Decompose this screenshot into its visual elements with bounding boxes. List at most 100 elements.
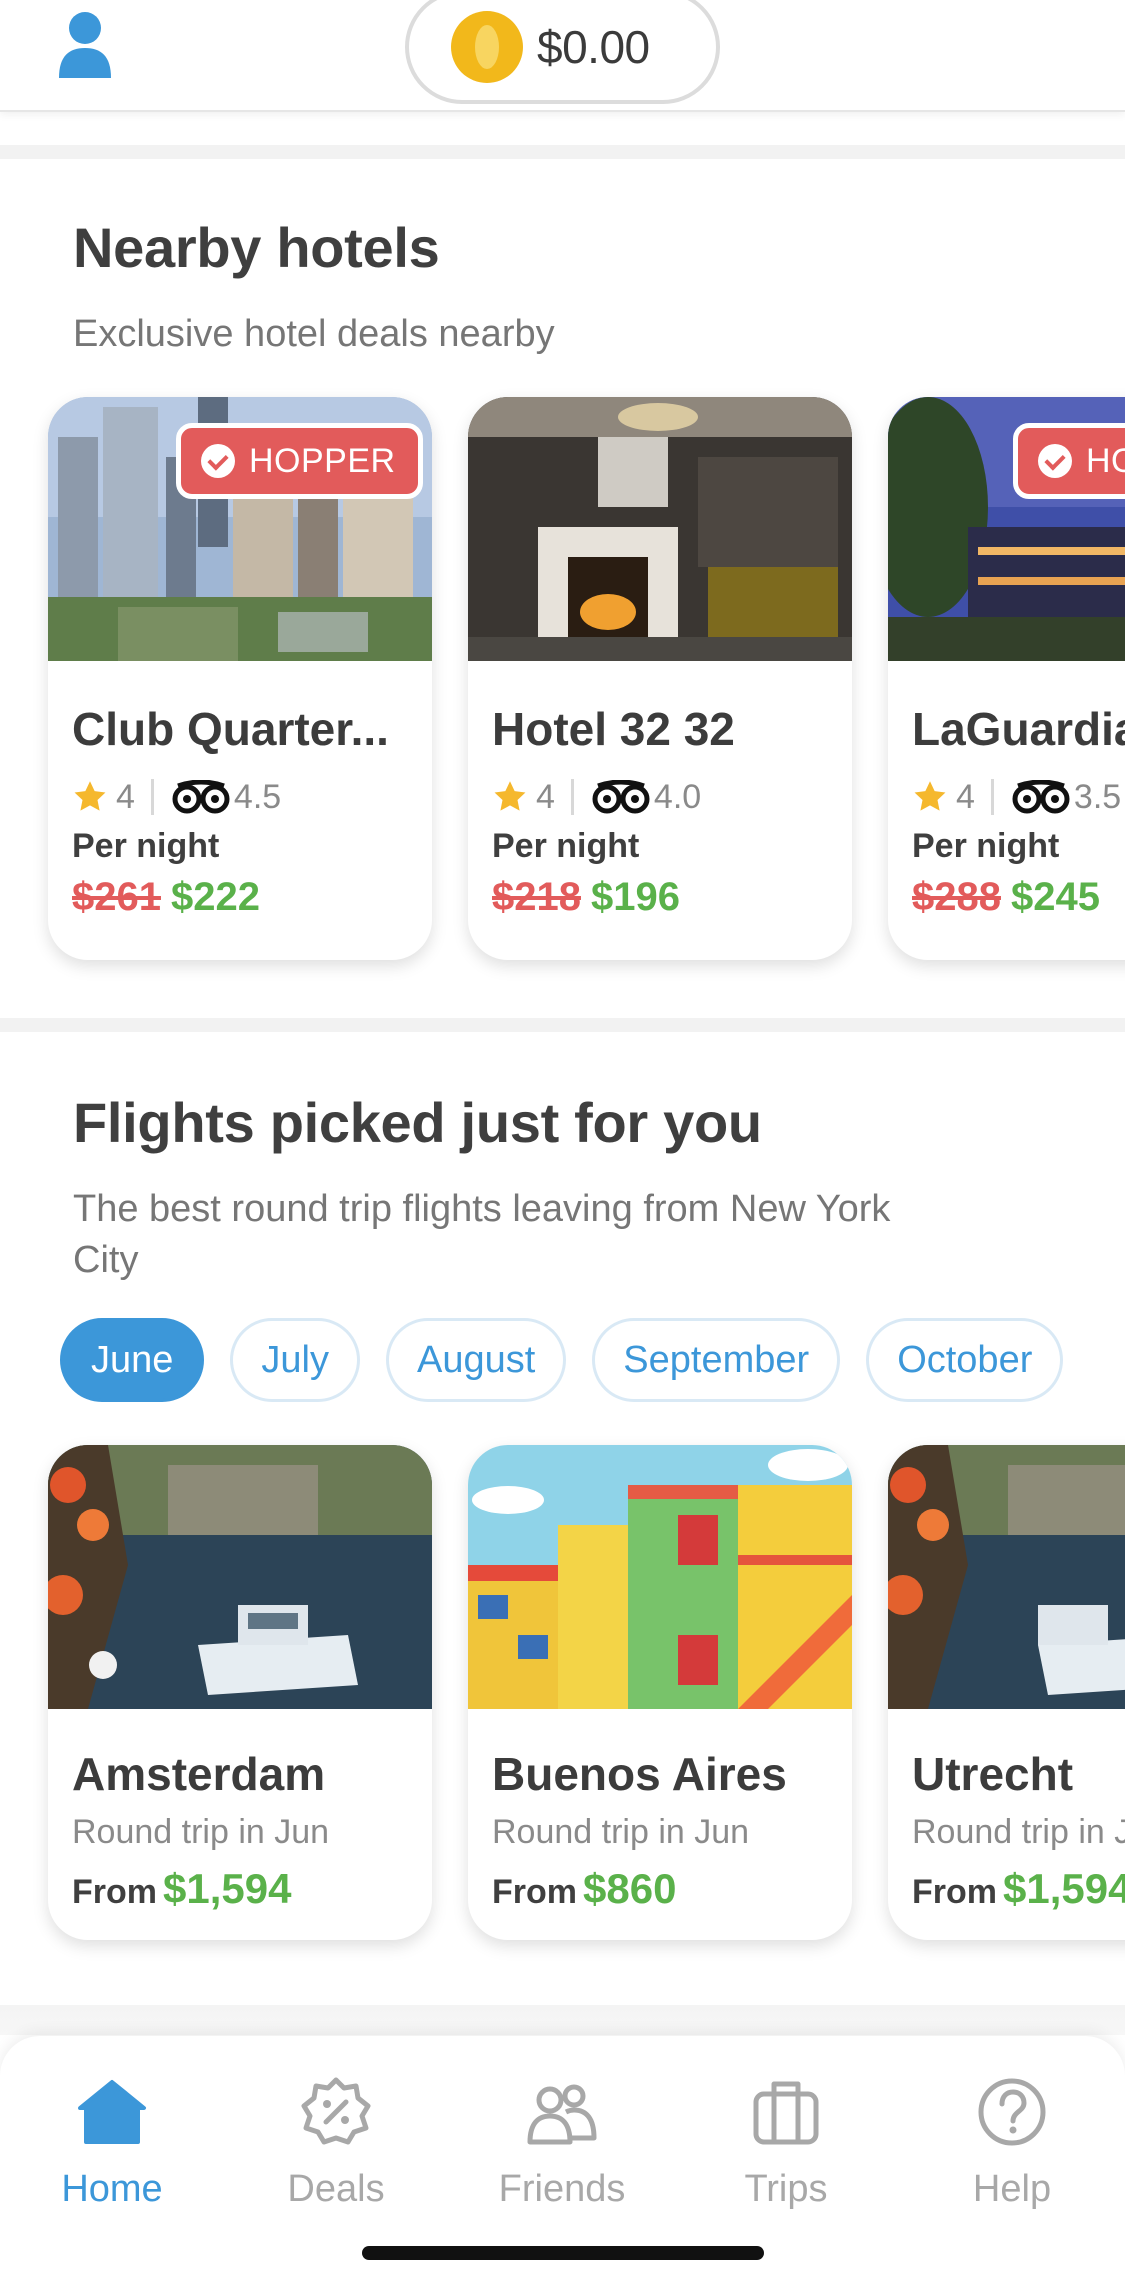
tripadvisor-icon (592, 780, 650, 814)
star-rating: 4 (536, 777, 555, 816)
profile-icon[interactable] (55, 10, 115, 80)
flight-card[interactable]: Amsterdam Round trip in Jun From $1,594 (48, 1445, 432, 1940)
rating-divider (570, 779, 574, 815)
price-amount: $1,594 (1003, 1865, 1125, 1912)
month-chip-june[interactable]: June (60, 1318, 205, 1402)
tab-label: Deals (287, 2168, 385, 2210)
tab-deals[interactable]: Deals (246, 2076, 426, 2236)
home-screen: $0.00 Nearby hotels Exclusive hotel deal… (0, 0, 1125, 2284)
hopper-badge: HOPPER (176, 423, 423, 499)
deal-price: $196 (590, 875, 680, 919)
month-selector: June July August September October N (60, 1318, 1066, 1404)
hotel-rating: 4 4.0 (492, 775, 701, 819)
tripadvisor-rating: 3.5 (1073, 777, 1122, 816)
check-icon (1038, 444, 1072, 478)
home-icon (78, 2080, 146, 2144)
help-icon (978, 2078, 1046, 2146)
per-night-label: Per night (912, 827, 1060, 865)
top-bar: $0.00 (0, 0, 1125, 112)
badge-label: HO (1086, 441, 1125, 480)
hotel-photo (468, 397, 852, 661)
star-rating: 4 (956, 777, 975, 816)
tab-friends[interactable]: Friends (472, 2076, 652, 2236)
flight-card[interactable]: Buenos Aires Round trip in Jun From $860 (468, 1445, 852, 1940)
section-divider (0, 1018, 1125, 1032)
destination-photo (48, 1445, 432, 1709)
flights-section-title: Flights picked just for you (73, 1091, 762, 1154)
flight-price: From $860 (492, 1865, 676, 1913)
destination-photo (888, 1445, 1125, 1709)
month-chip-august[interactable]: August (385, 1318, 567, 1402)
tab-help[interactable]: Help (922, 2076, 1102, 2236)
tripadvisor-rating: 4.0 (653, 777, 702, 816)
month-chip-september[interactable]: September (592, 1318, 841, 1402)
flight-card[interactable]: Utrecht Round trip in Jun From$1,594 (888, 1445, 1125, 1940)
tripadvisor-icon (172, 780, 230, 814)
flights-section-subtitle-line1: The best round trip flights leaving from… (73, 1188, 891, 1230)
tab-trips[interactable]: Trips (696, 2076, 876, 2236)
friends-icon (527, 2084, 597, 2145)
per-night-label: Per night (72, 827, 220, 865)
hotel-rating: 4 4.5 (72, 775, 281, 819)
home-indicator (362, 2246, 764, 2260)
tab-label: Trips (744, 2168, 828, 2210)
wallet-balance-button[interactable]: $0.00 (405, 0, 720, 104)
hotels-section-subtitle: Exclusive hotel deals nearby (73, 313, 555, 355)
hotel-card[interactable]: HO LaGuardia 4 3.5 Per night $288 $245 (888, 397, 1125, 960)
from-label: From (912, 1873, 997, 1911)
original-price: $288 (912, 875, 1001, 919)
tripadvisor-icon (1012, 780, 1070, 814)
hotel-price: $261 $222 (72, 875, 260, 920)
price-amount: $860 (583, 1865, 677, 1912)
month-chip-july[interactable]: July (230, 1318, 360, 1402)
badge-label: HOPPER (249, 441, 396, 480)
tab-label: Friends (498, 2168, 626, 2210)
hotel-card[interactable]: Hotel 32 32 4 4.0 Per night $218 $196 (468, 397, 852, 960)
rating-divider (150, 779, 154, 815)
flight-price: From $1,594 (72, 1865, 291, 1913)
coin-icon (451, 11, 523, 83)
hotel-name: LaGuardia (912, 703, 1125, 755)
trip-description: Round trip in Jun (912, 1813, 1125, 1851)
destination-photo (468, 1445, 852, 1709)
flights-section-subtitle-line2: City (73, 1239, 139, 1281)
from-label: From (72, 1873, 157, 1911)
original-price: $218 (492, 875, 581, 919)
star-icon (74, 781, 106, 811)
wallet-amount: $0.00 (537, 21, 650, 73)
deals-icon (301, 2077, 371, 2145)
hotel-rating: 4 3.5 (912, 775, 1121, 819)
hotel-name: Hotel 32 32 (492, 703, 735, 755)
original-price: $261 (72, 875, 161, 919)
from-label: From (492, 1873, 577, 1911)
check-icon (201, 444, 235, 478)
tripadvisor-rating: 4.5 (233, 777, 282, 816)
destination-city: Amsterdam (72, 1748, 326, 1800)
star-rating: 4 (116, 777, 135, 816)
month-chip-october[interactable]: October (866, 1318, 1064, 1402)
hotel-name: Club Quarter... (72, 703, 389, 755)
content-bottom-shade (0, 2005, 1125, 2035)
trip-description: Round trip in Jun (72, 1813, 330, 1851)
tab-label: Home (61, 2168, 163, 2210)
hotel-card[interactable]: HOPPER Club Quarter... 4 4.5 Per night $… (48, 397, 432, 960)
hotels-section-title: Nearby hotels (73, 216, 440, 279)
hotel-price: $288 $245 (912, 875, 1100, 920)
price-amount: $1,594 (163, 1865, 292, 1912)
section-divider (0, 145, 1125, 159)
destination-city: Utrecht (912, 1748, 1074, 1800)
deal-price: $222 (170, 875, 260, 919)
star-icon (914, 781, 946, 811)
tab-home[interactable]: Home (22, 2076, 202, 2236)
per-night-label: Per night (492, 827, 640, 865)
destination-city: Buenos Aires (492, 1748, 787, 1800)
hotel-price: $218 $196 (492, 875, 680, 920)
flight-price: From $1,594 (912, 1865, 1125, 1913)
hopper-badge: HO (1013, 423, 1125, 499)
tab-label: Help (972, 2168, 1052, 2210)
star-icon (494, 781, 526, 811)
trip-description: Round trip in Jun (492, 1813, 750, 1851)
deal-price: $245 (1010, 875, 1100, 919)
rating-divider (990, 779, 994, 815)
trips-icon (753, 2081, 819, 2145)
